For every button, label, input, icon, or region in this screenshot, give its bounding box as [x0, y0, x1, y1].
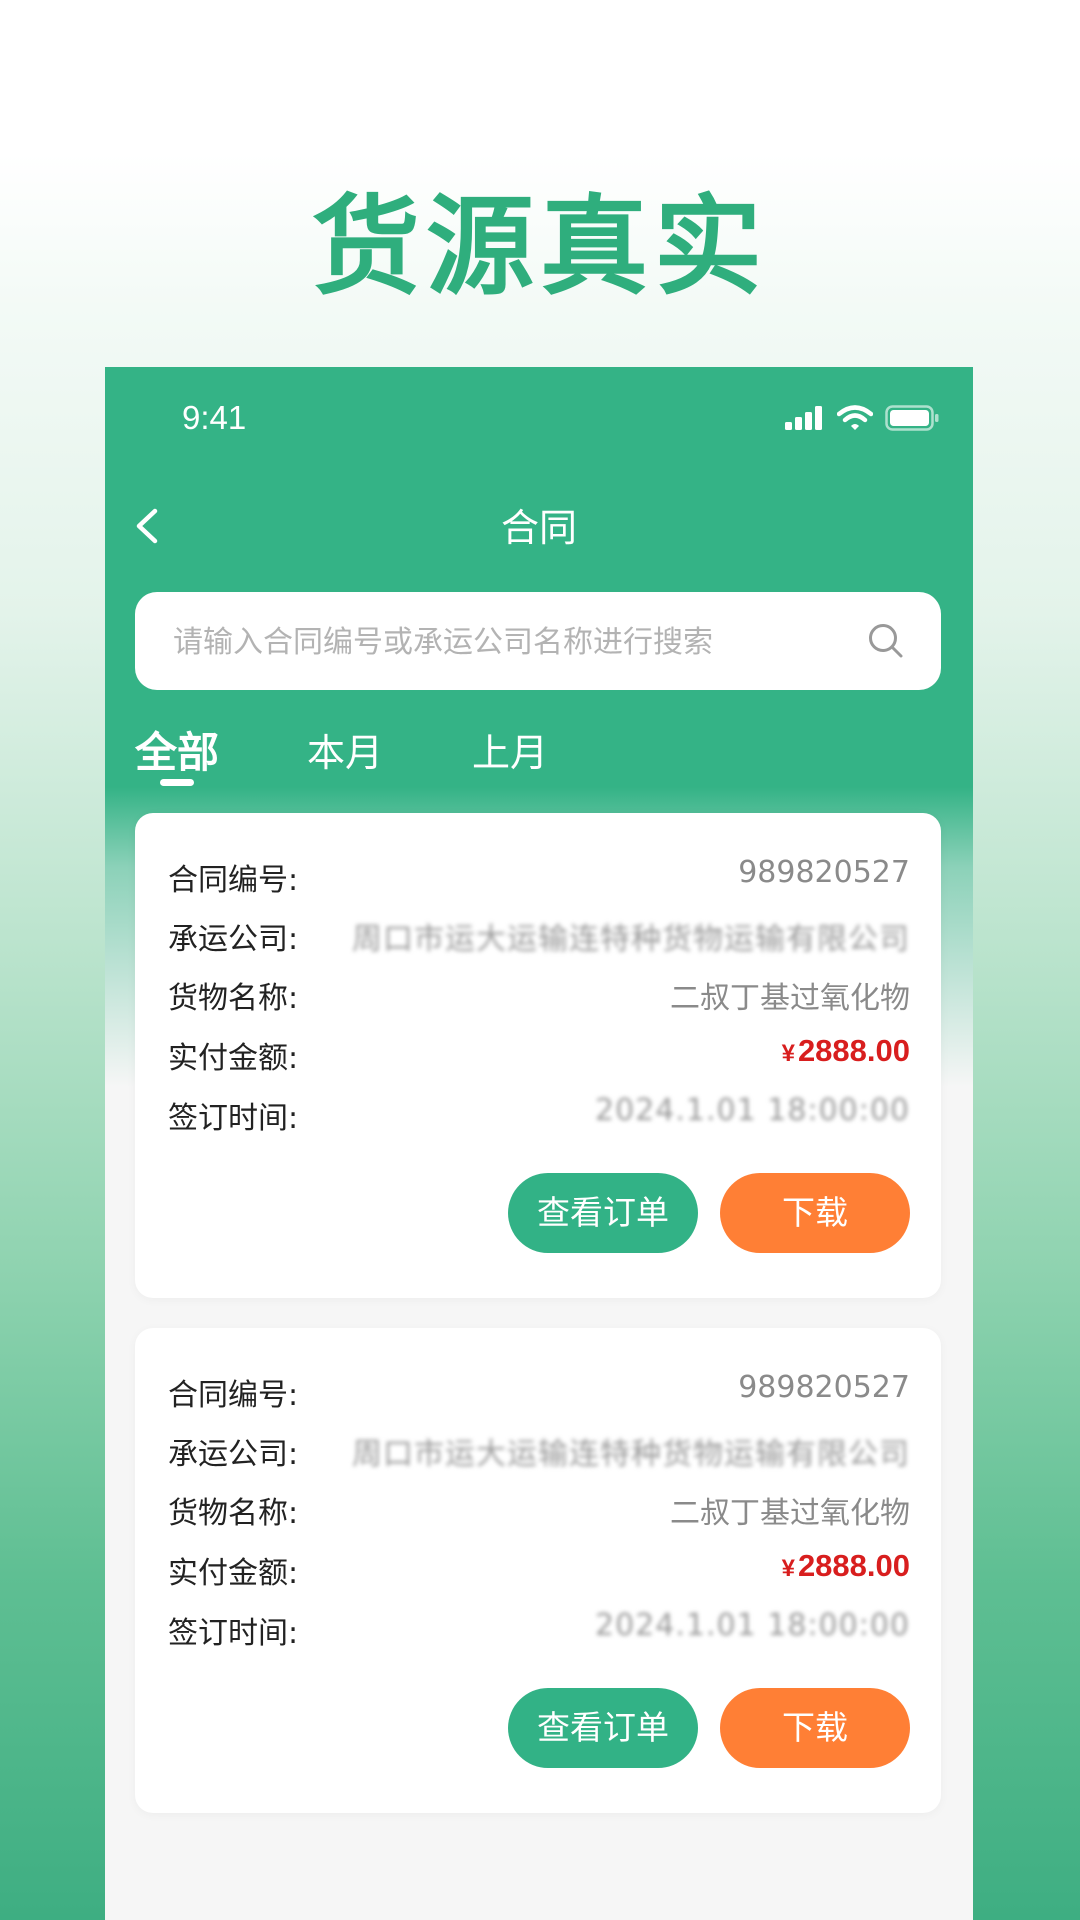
search-icon[interactable]	[867, 622, 905, 660]
tab-indicator	[160, 779, 194, 786]
tab-all[interactable]: 全部	[135, 719, 219, 780]
amount-row: 实付金额: ¥2888.00	[168, 1548, 910, 1598]
carrier-label: 承运公司:	[168, 922, 299, 957]
signal-icon	[785, 406, 822, 430]
phone-screen: 9:41 合同 全部 本月 上月	[105, 367, 973, 1920]
status-icons	[785, 405, 939, 431]
contract-card: 合同编号: 989820527 承运公司: 周口市运大运输连特种货物运输有限公司…	[135, 813, 941, 1298]
carrier-row: 承运公司: 周口市运大运输连特种货物运输有限公司	[168, 914, 910, 964]
sign-time-value: 2024.1.01 18:00:00	[595, 1608, 910, 1643]
amount-row: 实付金额: ¥2888.00	[168, 1033, 910, 1083]
amount-number: 2888.00	[797, 1548, 910, 1583]
contract-number-label: 合同编号:	[168, 1378, 299, 1413]
sign-time-value: 2024.1.01 18:00:00	[595, 1093, 910, 1128]
amount-label: 实付金额:	[168, 1041, 299, 1076]
currency-symbol: ¥	[781, 1555, 795, 1582]
page-title: 合同	[500, 506, 577, 550]
amount-label: 实付金额:	[168, 1556, 299, 1591]
contract-number-value: 989820527	[738, 855, 910, 890]
amount-value: ¥2888.00	[782, 1033, 910, 1069]
amount-number: 2888.00	[797, 1033, 910, 1068]
battery-icon	[885, 405, 939, 431]
tab-last-month[interactable]: 上月	[472, 722, 548, 777]
carrier-label: 承运公司:	[168, 1437, 299, 1472]
view-order-button[interactable]: 查看订单	[508, 1688, 698, 1768]
goods-label: 货物名称:	[168, 981, 299, 1016]
goods-label: 货物名称:	[168, 1496, 299, 1531]
carrier-value: 周口市运大运输连特种货物运输有限公司	[352, 922, 910, 957]
search-input[interactable]	[171, 592, 855, 692]
status-time: 9:41	[182, 399, 247, 436]
goods-row: 货物名称: 二叔丁基过氧化物	[168, 1488, 910, 1538]
goods-row: 货物名称: 二叔丁基过氧化物	[168, 973, 910, 1023]
download-button[interactable]: 下载	[720, 1688, 910, 1768]
carrier-value: 周口市运大运输连特种货物运输有限公司	[352, 1437, 910, 1472]
download-button[interactable]: 下载	[720, 1173, 910, 1253]
hero-title: 货源真实	[311, 185, 768, 310]
sign-time-label: 签订时间:	[168, 1101, 299, 1136]
sign-time-row: 签订时间: 2024.1.01 18:00:00	[168, 1093, 910, 1143]
contract-number-row: 合同编号: 989820527	[168, 855, 910, 905]
search-bar	[135, 592, 941, 692]
amount-value: ¥2888.00	[782, 1548, 910, 1584]
goods-value: 二叔丁基过氧化物	[670, 1496, 910, 1531]
goods-value: 二叔丁基过氧化物	[670, 981, 910, 1016]
contract-number-label: 合同编号:	[168, 863, 299, 898]
contract-number-value: 989820527	[738, 1370, 910, 1405]
tab-this-month[interactable]: 本月	[307, 722, 383, 777]
contract-number-row: 合同编号: 989820527	[168, 1370, 910, 1420]
sign-time-label: 签订时间:	[168, 1616, 299, 1651]
sign-time-row: 签订时间: 2024.1.01 18:00:00	[168, 1608, 910, 1658]
currency-symbol: ¥	[781, 1040, 795, 1067]
wifi-icon	[837, 405, 873, 430]
view-order-button[interactable]: 查看订单	[508, 1173, 698, 1253]
contract-card: 合同编号: 989820527 承运公司: 周口市运大运输连特种货物运输有限公司…	[135, 1328, 941, 1813]
carrier-row: 承运公司: 周口市运大运输连特种货物运输有限公司	[168, 1429, 910, 1479]
